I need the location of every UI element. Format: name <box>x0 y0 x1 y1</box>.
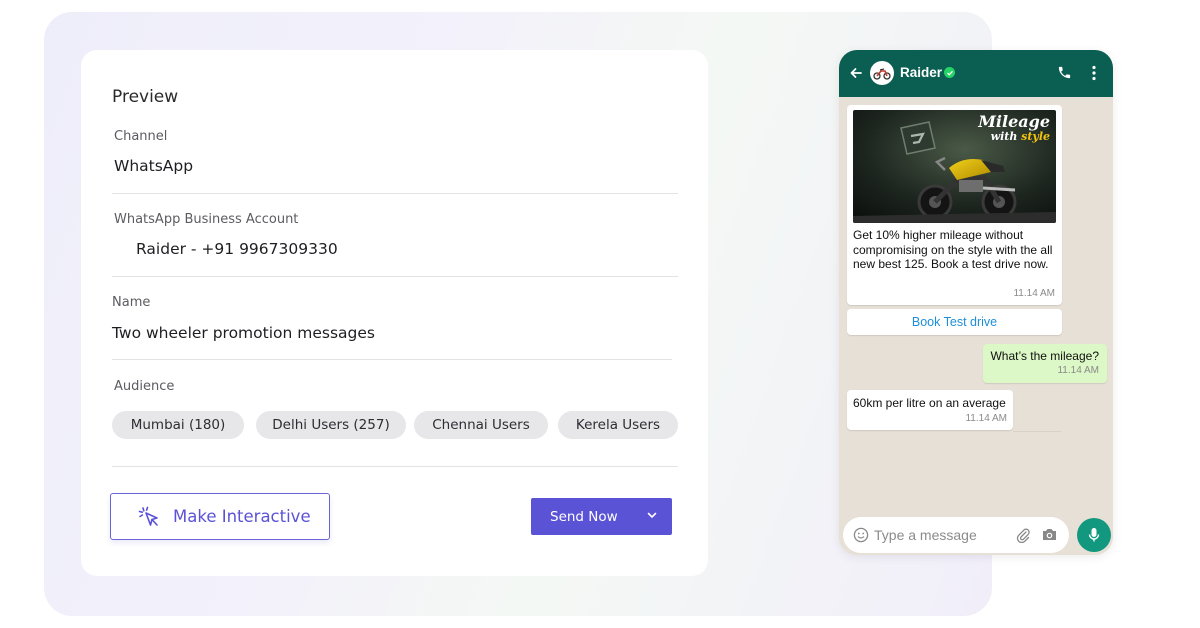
audience-label: Audience <box>114 379 175 394</box>
whatsapp-header: Raider <box>839 50 1113 97</box>
account-label: WhatsApp Business Account <box>114 212 299 227</box>
make-interactive-label: Make Interactive <box>173 507 311 526</box>
channel-label: Channel <box>114 129 168 144</box>
banner-subline: with style <box>990 130 1050 143</box>
promo-text: Get 10% higher mileage without compromis… <box>853 228 1053 271</box>
audience-chip[interactable]: Kerela Users <box>558 411 678 439</box>
avatar <box>870 61 894 85</box>
divider <box>1013 431 1061 432</box>
name-value: Two wheeler promotion messages <box>112 324 375 342</box>
phone-call-icon[interactable] <box>1057 65 1072 84</box>
contact-name: Raider <box>900 65 943 80</box>
promo-message-bubble: Mileage with style Get 10% higher mileag… <box>847 105 1062 305</box>
divider <box>112 276 678 277</box>
attachment-icon[interactable] <box>1015 527 1031 546</box>
chevron-down-icon[interactable] <box>646 509 658 525</box>
back-arrow-icon[interactable] <box>849 65 863 84</box>
outgoing-message-bubble: What’s the mileage? 11.14 AM <box>983 344 1107 383</box>
message-timestamp: 11.14 AM <box>1013 288 1055 299</box>
incoming-text: 60km per litre on an average <box>853 396 1006 410</box>
send-now-button[interactable]: Send Now <box>531 498 672 535</box>
audience-chip[interactable]: Chennai Users <box>414 411 548 439</box>
whatsapp-phone-preview: Raider Mileage with style Get 10% higher… <box>839 50 1113 555</box>
divider <box>112 193 678 194</box>
make-interactive-button[interactable]: Make Interactive <box>110 493 330 540</box>
message-placeholder: Type a message <box>874 527 977 543</box>
audience-chip[interactable]: Delhi Users (257) <box>256 411 406 439</box>
message-timestamp: 11.14 AM <box>1057 365 1099 376</box>
more-options-icon[interactable] <box>1091 65 1097 85</box>
book-test-drive-button[interactable]: Book Test drive <box>847 309 1062 335</box>
outgoing-text: What’s the mileage? <box>990 349 1099 363</box>
preview-title: Preview <box>112 87 179 107</box>
name-label: Name <box>112 295 151 310</box>
pointer-click-icon <box>137 505 161 529</box>
divider <box>112 466 678 467</box>
message-timestamp: 11.14 AM <box>965 413 1007 424</box>
incoming-message-bubble: 60km per litre on an average 11.14 AM <box>847 390 1013 430</box>
divider <box>112 359 672 360</box>
audience-chip[interactable]: Mumbai (180) <box>112 411 244 439</box>
channel-value: WhatsApp <box>114 157 194 175</box>
message-input[interactable]: Type a message <box>843 517 1069 553</box>
account-value: Raider - +91 9967309330 <box>136 240 338 258</box>
send-now-label: Send Now <box>550 508 618 525</box>
camera-icon[interactable] <box>1041 527 1058 545</box>
banner-headline: Mileage <box>978 112 1050 131</box>
microphone-icon <box>1087 527 1101 543</box>
emoji-icon[interactable] <box>853 527 869 543</box>
mic-button[interactable] <box>1077 518 1111 552</box>
promo-image: Mileage with style <box>853 110 1056 223</box>
verified-icon <box>944 67 955 78</box>
